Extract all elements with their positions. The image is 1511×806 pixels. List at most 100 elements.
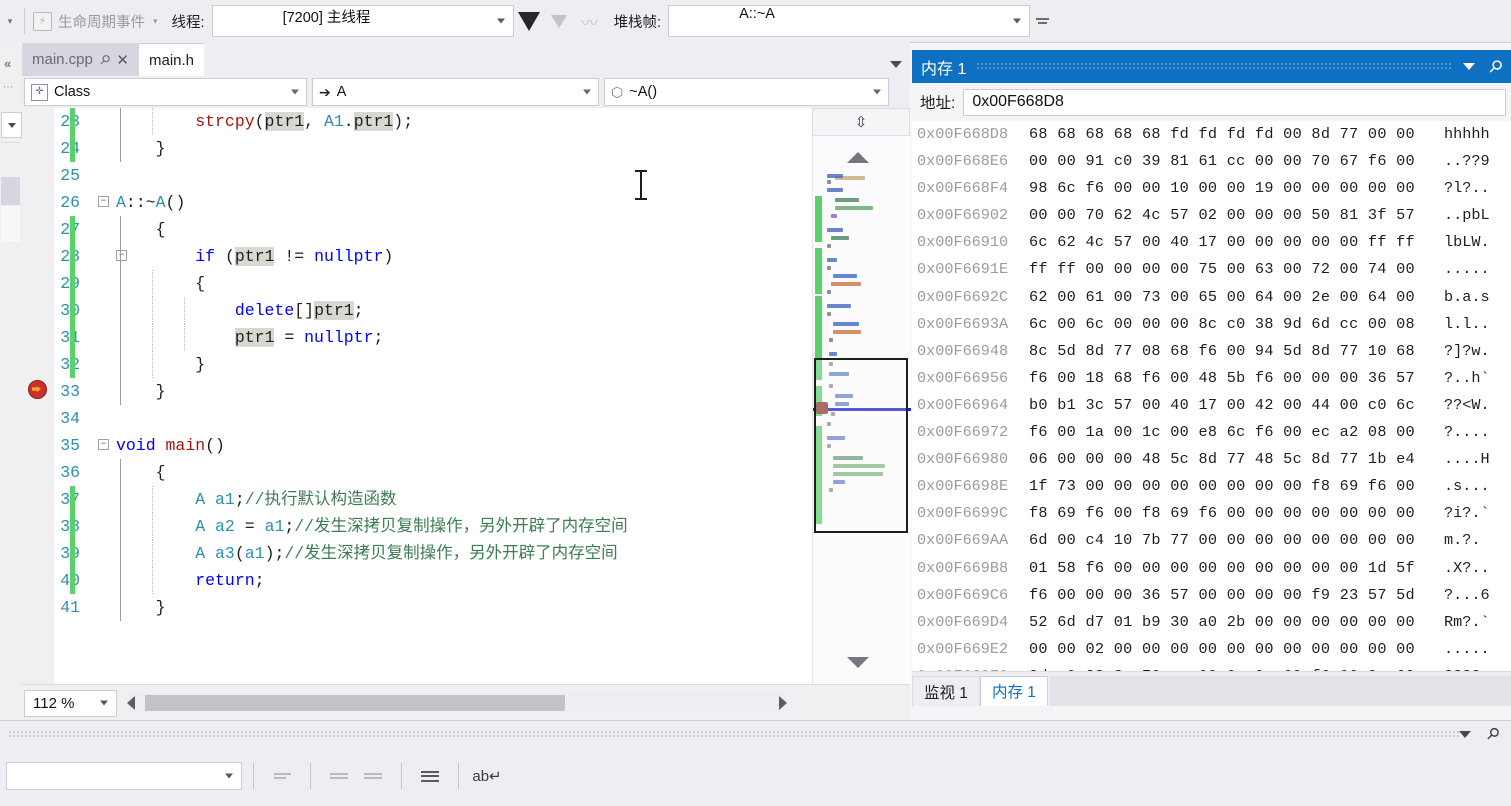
memory-row[interactable]: 0x00F66948 8c 5d 8d 77 08 68 f6 00 94 5d … <box>912 338 1511 365</box>
memory-bytes[interactable]: 06 00 00 00 48 5c 8d 77 48 5c 8d 77 1b e… <box>1029 446 1444 473</box>
memory-row[interactable]: 0x00F66902 00 00 70 62 4c 57 02 00 00 00 … <box>912 202 1511 229</box>
memory-bytes[interactable]: 6c 00 6c 00 00 00 8c c0 38 9d 6d cc 00 0… <box>1029 311 1444 338</box>
memory-bytes[interactable]: f6 00 00 00 36 57 00 00 00 00 f9 23 57 5… <box>1029 582 1444 609</box>
tab-main-h[interactable]: main.h <box>138 43 205 76</box>
memory-bytes[interactable]: 6d 00 c4 10 7b 77 00 00 00 00 00 00 00 0… <box>1029 527 1444 554</box>
chevron-down-icon[interactable] <box>583 89 591 95</box>
code-line[interactable]: 38 A a2 = a1;//发生深拷贝复制操作，另外开辟了内存空间 <box>54 513 812 540</box>
rail-dropdown-button[interactable] <box>1 112 22 138</box>
scroll-right-arrow-icon[interactable] <box>779 696 787 710</box>
memory-bytes[interactable]: 00 00 91 c0 39 81 61 cc 00 00 70 67 f6 0… <box>1029 148 1444 175</box>
code-line[interactable]: 33 } <box>54 378 812 405</box>
panel-grip[interactable] <box>8 729 1460 739</box>
window-menu-chevron-icon[interactable] <box>1462 63 1475 70</box>
memory-bytes[interactable]: 68 68 68 68 68 fd fd fd fd 00 8d 77 00 0… <box>1029 121 1444 148</box>
memory-bytes[interactable]: 00 00 70 62 4c 57 02 00 00 00 50 81 3f 5… <box>1029 202 1444 229</box>
chevron-down-icon[interactable] <box>291 89 299 95</box>
code-line[interactable]: 25 <box>54 162 812 189</box>
memory-bytes[interactable]: 52 6d d7 01 b9 30 a0 2b 00 00 00 00 00 0… <box>1029 609 1444 636</box>
close-icon[interactable]: ✕ <box>116 51 129 69</box>
code-text-pane[interactable]: 23 strcpy(ptr1, A1.ptr1);24 }2526−A::~A(… <box>54 108 812 684</box>
collapse-chevron-icon[interactable]: « <box>4 56 11 71</box>
code-line[interactable]: 34 <box>54 405 812 432</box>
memory-row[interactable]: 0x00F6691E ff ff 00 00 00 00 75 00 63 00 … <box>912 256 1511 283</box>
chevron-down-icon[interactable]: ▾ <box>153 16 158 27</box>
code-line[interactable]: 31 ptr1 = nullptr; <box>54 324 812 351</box>
memory-row[interactable]: 0x00F6699C f8 69 f6 00 f8 69 f6 00 00 00 … <box>912 500 1511 527</box>
code-line[interactable]: 37 A a1;//执行默认构造函数 <box>54 486 812 513</box>
code-line[interactable]: 36 { <box>54 459 812 486</box>
pin-icon[interactable]: ⚲ <box>1483 55 1506 78</box>
editor-split-handle[interactable]: ⇳ <box>812 108 910 136</box>
memory-row[interactable]: 0x00F66956 f6 00 18 68 f6 00 48 5b f6 00 … <box>912 365 1511 392</box>
thread-select[interactable]: [7200] 主线程 <box>211 5 514 37</box>
titlebar-grip[interactable] <box>976 62 1453 71</box>
memory-row[interactable]: 0x00F66910 6c 62 4c 57 00 40 17 00 00 00 … <box>912 229 1511 256</box>
pin-icon[interactable]: ⚲ <box>1482 723 1504 745</box>
code-line[interactable]: 32 } <box>54 351 812 378</box>
code-line[interactable]: 29 { <box>54 270 812 297</box>
chevron-down-icon[interactable] <box>1013 18 1022 24</box>
rail-block-1[interactable] <box>1 142 20 177</box>
fold-toggle-icon[interactable]: − <box>98 196 109 207</box>
memory-dump-grid[interactable]: 0x00F668D8 68 68 68 68 68 fd fd fd fd 00 … <box>912 121 1511 671</box>
nav-type-select[interactable]: ➔ A <box>312 78 599 106</box>
memory-bytes[interactable]: 9d c0 38 8c 70 cc 00 0c 9c 69 f6 00 9c 6… <box>1029 663 1444 671</box>
memory-bytes[interactable]: f6 00 18 68 f6 00 48 5b f6 00 00 00 36 5… <box>1029 365 1444 392</box>
memory-row[interactable]: 0x00F66964 b0 b1 3c 57 00 40 17 00 42 00 … <box>912 392 1511 419</box>
memory-row[interactable]: 0x00F6698E 1f 73 00 00 00 00 00 00 00 00 … <box>912 473 1511 500</box>
code-line[interactable]: 41 } <box>54 594 812 621</box>
code-line[interactable]: 27 { <box>54 216 812 243</box>
panel-menu-chevron-icon[interactable] <box>1459 730 1472 738</box>
code-line[interactable]: 24 } <box>54 135 812 162</box>
stack-frame-select[interactable]: A::~A <box>668 5 1031 37</box>
memory-bytes[interactable]: f6 00 1a 00 1c 00 e8 6c f6 00 ec a2 08 0… <box>1029 419 1444 446</box>
scrollbar-thumb[interactable] <box>145 695 565 711</box>
memory-bytes[interactable]: 98 6c f6 00 00 10 00 00 19 00 00 00 00 0… <box>1029 175 1444 202</box>
code-line[interactable]: 40 return; <box>54 567 812 594</box>
memory-row[interactable]: 0x00F669D4 52 6d d7 01 b9 30 a0 2b 00 00 … <box>912 609 1511 636</box>
memory-row[interactable]: 0x00F668E6 00 00 91 c0 39 81 61 cc 00 00 … <box>912 148 1511 175</box>
address-input[interactable]: 0x00F668D8 <box>963 88 1506 116</box>
zoom-level-select[interactable]: 112 % <box>24 689 117 717</box>
memory-bytes[interactable]: 6c 62 4c 57 00 40 17 00 00 00 00 00 ff f… <box>1029 229 1444 256</box>
memory-bytes[interactable]: f8 69 f6 00 f8 69 f6 00 00 00 00 00 00 0… <box>1029 500 1444 527</box>
memory-row[interactable]: 0x00F66980 06 00 00 00 48 5c 8d 77 48 5c … <box>912 446 1511 473</box>
word-wrap-button[interactable]: ab↵ <box>470 759 504 793</box>
tab-main-cpp[interactable]: main.cpp ⚲ ✕ <box>22 43 139 76</box>
memory-row[interactable]: 0x00F6692C 62 00 61 00 73 00 65 00 64 00 … <box>912 284 1511 311</box>
memory-window-titlebar[interactable]: 内存 1 ⚲ <box>912 50 1511 83</box>
lifecycle-events-button[interactable]: ⚡ 生命周期事件 ▾ <box>29 11 162 32</box>
pin-icon[interactable]: ⚲ <box>96 50 113 68</box>
rail-block-2[interactable] <box>1 177 20 205</box>
filter-threads-button[interactable] <box>514 4 544 38</box>
memory-bytes[interactable]: 62 00 61 00 73 00 65 00 64 00 2e 00 64 0… <box>1029 284 1444 311</box>
memory-bytes[interactable]: ff ff 00 00 00 00 75 00 63 00 72 00 74 0… <box>1029 256 1444 283</box>
tab-memory-1[interactable]: 内存 1 <box>979 676 1048 706</box>
clear-filter-button[interactable] <box>544 4 574 38</box>
chevron-down-icon[interactable] <box>873 89 881 95</box>
clear-all-button[interactable] <box>413 759 447 793</box>
breakpoint-gutter[interactable] <box>22 108 55 684</box>
indent-button[interactable] <box>356 759 390 793</box>
toolbar-left-caret-icon[interactable]: ▾ <box>0 0 20 42</box>
chevron-down-icon[interactable] <box>496 18 505 24</box>
rail-block-3[interactable] <box>1 206 20 242</box>
outdent-button[interactable] <box>322 759 356 793</box>
code-line[interactable]: 30 delete[]ptr1; <box>54 297 812 324</box>
memory-bytes[interactable]: 8c 5d 8d 77 08 68 f6 00 94 5d 8d 77 10 6… <box>1029 338 1444 365</box>
code-line[interactable]: 23 strcpy(ptr1, A1.ptr1); <box>54 108 812 135</box>
memory-bytes[interactable]: 00 00 02 00 00 00 00 00 00 00 00 00 00 0… <box>1029 636 1444 663</box>
nav-scope-select[interactable]: ✛ Class <box>24 78 307 106</box>
chevron-down-icon[interactable] <box>225 773 233 779</box>
memory-bytes[interactable]: 1f 73 00 00 00 00 00 00 00 00 f8 69 f6 0… <box>1029 473 1444 500</box>
memory-bytes[interactable]: 01 58 f6 00 00 00 00 00 00 00 00 00 1d 5… <box>1029 555 1444 582</box>
scrollbar-minimap[interactable] <box>812 136 911 684</box>
parallel-stacks-button[interactable]: 〰 <box>574 4 604 38</box>
fold-toggle-icon[interactable]: − <box>98 439 109 450</box>
tab-overflow-chevron-icon[interactable] <box>890 61 902 68</box>
scroll-down-arrow-icon[interactable] <box>847 657 869 668</box>
memory-row[interactable]: 0x00F669E2 00 00 02 00 00 00 00 00 00 00 … <box>912 636 1511 663</box>
breakpoint-marker-icon[interactable] <box>28 380 47 399</box>
undo-indent-button[interactable] <box>265 759 299 793</box>
